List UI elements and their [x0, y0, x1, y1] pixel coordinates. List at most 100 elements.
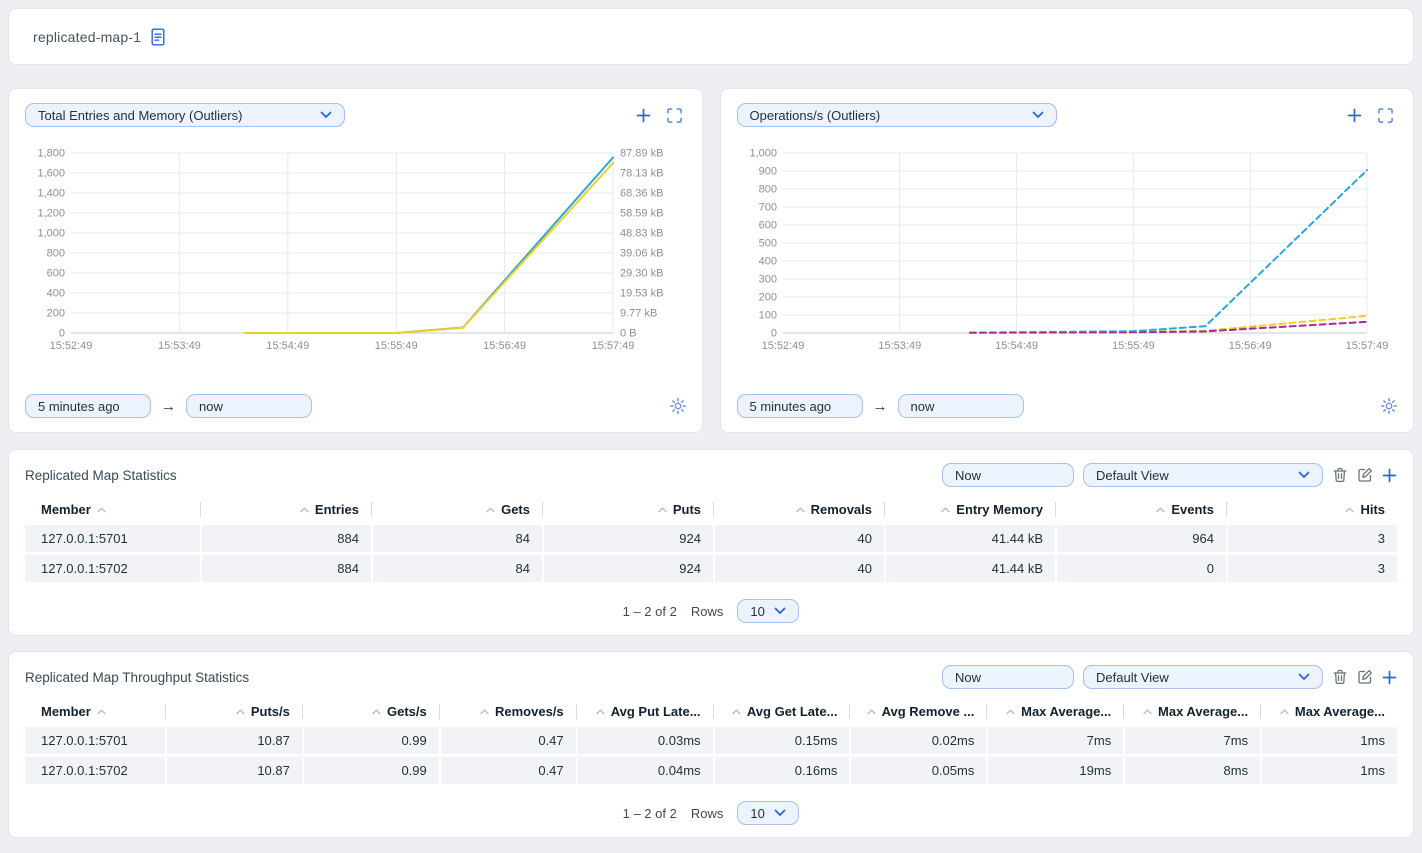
svg-text:15:55:49: 15:55:49 — [375, 340, 418, 352]
table-row[interactable]: 127.0.0.1:570210.870.990.470.04ms0.16ms0… — [25, 757, 1397, 784]
column-label: Events — [1171, 502, 1214, 517]
time-to-input[interactable]: now — [898, 394, 1024, 418]
svg-text:15:54:49: 15:54:49 — [266, 340, 309, 352]
column-header-puts-s[interactable]: Puts/s — [167, 699, 302, 724]
time-to-input[interactable]: now — [186, 394, 312, 418]
column-label: Avg Get Late... — [747, 704, 838, 719]
column-label: Puts/s — [251, 704, 290, 719]
rows-per-page-select[interactable]: 10 — [737, 801, 799, 825]
cell-removes-s: 0.47 — [441, 727, 576, 754]
column-header-entry-memory[interactable]: Entry Memory — [886, 497, 1055, 522]
edit-view-icon[interactable] — [1357, 467, 1373, 483]
series-ops-blue — [969, 170, 1366, 333]
column-header-avg-get-late[interactable]: Avg Get Late... — [715, 699, 850, 724]
column-header-removes-s[interactable]: Removes/s — [441, 699, 576, 724]
svg-text:15:57:49: 15:57:49 — [592, 340, 635, 352]
add-chart-button[interactable] — [1347, 108, 1362, 123]
column-header-puts[interactable]: Puts — [544, 497, 713, 522]
table-time-input[interactable]: Now — [942, 463, 1074, 487]
delete-view-icon[interactable] — [1332, 669, 1348, 685]
time-from-input[interactable]: 5 minutes ago — [25, 394, 151, 418]
rows-per-page-value: 10 — [750, 604, 764, 619]
fullscreen-icon[interactable] — [667, 108, 682, 123]
cell-removals: 40 — [715, 555, 884, 582]
cell-hits: 3 — [1228, 555, 1397, 582]
column-label: Removals — [811, 502, 872, 517]
column-header-hits[interactable]: Hits — [1228, 497, 1397, 522]
column-header-avg-remove[interactable]: Avg Remove ... — [851, 699, 986, 724]
sort-caret-icon — [867, 709, 876, 715]
operations-chart: 1,000900800700600500400300200100015:52:4… — [737, 145, 1397, 361]
column-header-removals[interactable]: Removals — [715, 497, 884, 522]
table-row[interactable]: 127.0.0.1:570110.870.990.470.03ms0.15ms0… — [25, 727, 1397, 754]
time-to-value: now — [911, 399, 935, 414]
cell-puts: 924 — [544, 525, 713, 552]
sort-caret-icon — [1006, 709, 1015, 715]
column-header-member[interactable]: Member — [25, 497, 200, 522]
cell-gets: 84 — [373, 555, 542, 582]
charts-row: Total Entries and Memory (Outliers) 1,80… — [8, 88, 1414, 433]
sort-caret-icon — [1280, 709, 1289, 715]
column-label: Gets/s — [387, 704, 427, 719]
svg-text:1,200: 1,200 — [37, 208, 65, 220]
add-chart-button[interactable] — [636, 108, 651, 123]
svg-text:800: 800 — [758, 184, 776, 196]
series-total-entries — [244, 158, 613, 334]
edit-view-icon[interactable] — [1357, 669, 1373, 685]
column-label: Avg Put Late... — [611, 704, 701, 719]
column-header-gets-s[interactable]: Gets/s — [304, 699, 439, 724]
settings-gear-icon[interactable] — [1381, 398, 1397, 414]
time-from-input[interactable]: 5 minutes ago — [737, 394, 863, 418]
cell-events: 964 — [1057, 525, 1226, 552]
cell-avg-put-late: 0.03ms — [578, 727, 713, 754]
cell-avg-remove: 0.02ms — [851, 727, 986, 754]
column-header-max-average[interactable]: Max Average... — [1125, 699, 1260, 724]
document-icon[interactable] — [150, 28, 166, 46]
settings-gear-icon[interactable] — [670, 398, 686, 414]
series-entry-memory — [244, 163, 613, 333]
column-header-entries[interactable]: Entries — [202, 497, 371, 522]
column-header-max-average[interactable]: Max Average... — [1262, 699, 1397, 724]
rows-per-page-select[interactable]: 10 — [737, 599, 799, 623]
svg-text:1,400: 1,400 — [37, 188, 65, 200]
table-row[interactable]: 127.0.0.1:5701884849244041.44 kB9643 — [25, 525, 1397, 552]
cell-max-average: 19ms — [988, 757, 1123, 784]
table-time-input[interactable]: Now — [942, 665, 1074, 689]
table-row[interactable]: 127.0.0.1:5702884849244041.44 kB03 — [25, 555, 1397, 582]
rows-label: Rows — [691, 604, 724, 619]
fullscreen-icon[interactable] — [1378, 108, 1393, 123]
column-label: Entries — [315, 502, 359, 517]
column-header-avg-put-late[interactable]: Avg Put Late... — [578, 699, 713, 724]
chart-metric-select[interactable]: Total Entries and Memory (Outliers) — [25, 103, 345, 127]
svg-text:58.59 kB: 58.59 kB — [620, 208, 663, 220]
cell-gets-s: 0.99 — [304, 727, 439, 754]
cell-puts: 924 — [544, 555, 713, 582]
cell-puts-s: 10.87 — [167, 727, 302, 754]
svg-text:0: 0 — [59, 328, 65, 340]
view-select[interactable]: Default View — [1083, 463, 1323, 487]
cell-entry-memory: 41.44 kB — [886, 525, 1055, 552]
replicated-map-statistics-panel: Replicated Map Statistics Now Default Vi… — [8, 449, 1414, 636]
column-header-member[interactable]: Member — [25, 699, 165, 724]
sort-caret-icon — [372, 709, 381, 715]
cell-avg-get-late: 0.15ms — [715, 727, 850, 754]
view-select[interactable]: Default View — [1083, 665, 1323, 689]
column-header-gets[interactable]: Gets — [373, 497, 542, 522]
chevron-down-icon — [1298, 471, 1310, 479]
column-header-max-average[interactable]: Max Average... — [988, 699, 1123, 724]
chart-metric-select[interactable]: Operations/s (Outliers) — [737, 103, 1057, 127]
operations-chart-panel: Operations/s (Outliers) 1,00090080070060… — [720, 88, 1415, 433]
delete-view-icon[interactable] — [1332, 467, 1348, 483]
add-view-icon[interactable] — [1382, 468, 1397, 483]
add-view-icon[interactable] — [1382, 670, 1397, 685]
sort-caret-icon — [1345, 507, 1354, 513]
sort-caret-icon — [796, 507, 805, 513]
table-header-row: Member Entries GetsPuts Removals Entry Memor… — [25, 497, 1397, 522]
cell-member: 127.0.0.1:5701 — [25, 727, 165, 754]
cell-avg-remove: 0.05ms — [851, 757, 986, 784]
svg-text:800: 800 — [47, 248, 65, 260]
column-label: Max Average... — [1021, 704, 1111, 719]
column-header-events[interactable]: Events — [1057, 497, 1226, 522]
column-label: Member — [41, 704, 91, 719]
time-from-value: 5 minutes ago — [38, 399, 120, 414]
